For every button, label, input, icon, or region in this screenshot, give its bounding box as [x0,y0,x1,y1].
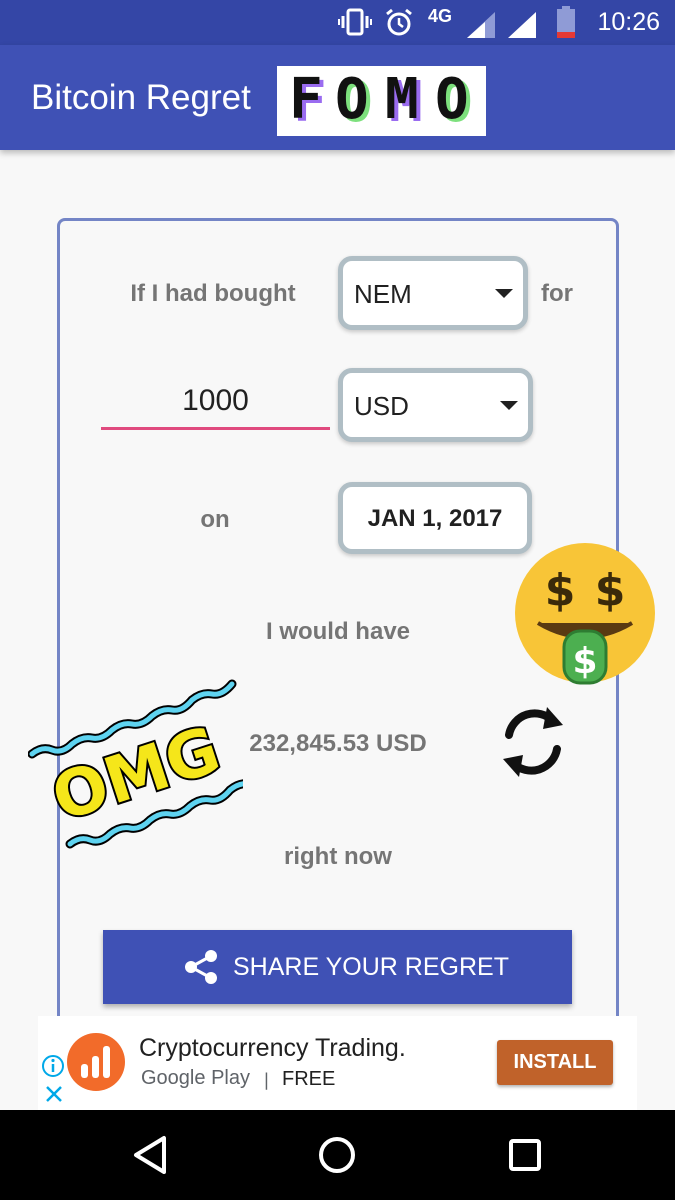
money-mouth-face-icon: $ $ $ [515,543,655,685]
battery-icon [557,6,575,38]
coin-dropdown-value: NEM [354,279,412,309]
omg-sticker: OMG [28,679,243,849]
recents-icon[interactable] [508,1138,542,1172]
date-picker-value: JAN 1, 2017 [367,505,503,532]
app-bar: Bitcoin Regret F O M O [0,45,675,150]
svg-text:$: $ [545,565,576,616]
ad-banner[interactable]: Cryptocurrency Trading. Google Play | FR… [38,1016,637,1110]
currency-dropdown[interactable]: USD [338,368,533,442]
google-label: Google [141,1067,206,1089]
fomo-letter: O [335,67,369,132]
ad-title: Cryptocurrency Trading. [139,1034,406,1062]
vibrate-icon [338,8,372,36]
refresh-icon[interactable] [495,703,571,781]
home-icon[interactable] [318,1136,356,1174]
status-bar: 4G 10:26 [0,0,675,45]
ad-separator: | [264,1068,269,1092]
svg-text:$: $ [572,641,597,682]
alarm-icon [386,8,412,36]
ad-info-icon[interactable] [41,1054,65,1078]
fomo-letter: O [435,67,469,132]
app-title: Bitcoin Regret [31,78,251,117]
date-picker[interactable]: JAN 1, 2017 [338,482,532,554]
omg-text: OMG [44,713,229,836]
share-button-label: SHARE YOUR REGRET [233,953,509,981]
label-on: on [200,506,230,533]
ad-price: FREE [282,1068,336,1090]
chevron-down-icon [495,289,513,298]
currency-dropdown-value: USD [354,391,409,421]
amount-input[interactable]: 1000 [101,378,330,430]
label-would-have: I would have [265,618,411,645]
play-label: Play [211,1067,250,1089]
label-right-now: right now [284,843,392,870]
google-play-label: Google Play [141,1067,250,1090]
result-amount: 232,845.53 USD [249,730,427,757]
install-button-label: INSTALL [513,1051,597,1073]
trading-app-logo [67,1033,125,1091]
signal-icon [467,12,495,38]
network-type: 4G [428,6,453,26]
wifi-icon [508,12,536,38]
amount-input-value: 1000 [182,384,249,417]
label-if-bought: If I had bought [130,280,296,307]
label-for: for [541,280,573,307]
svg-text:$: $ [595,565,626,616]
install-button[interactable]: INSTALL [497,1040,613,1085]
navigation-bar [0,1110,675,1200]
share-button[interactable]: SHARE YOUR REGRET [103,930,572,1004]
share-icon [185,950,217,984]
ad-close-icon[interactable] [44,1084,64,1104]
clock: 10:26 [597,8,660,36]
fomo-letter: F [289,67,323,132]
fomo-letter: M [385,67,419,132]
coin-dropdown[interactable]: NEM [338,256,528,330]
fomo-logo: F O M O [277,66,486,136]
chevron-down-icon [500,401,518,410]
back-icon[interactable] [132,1135,168,1175]
